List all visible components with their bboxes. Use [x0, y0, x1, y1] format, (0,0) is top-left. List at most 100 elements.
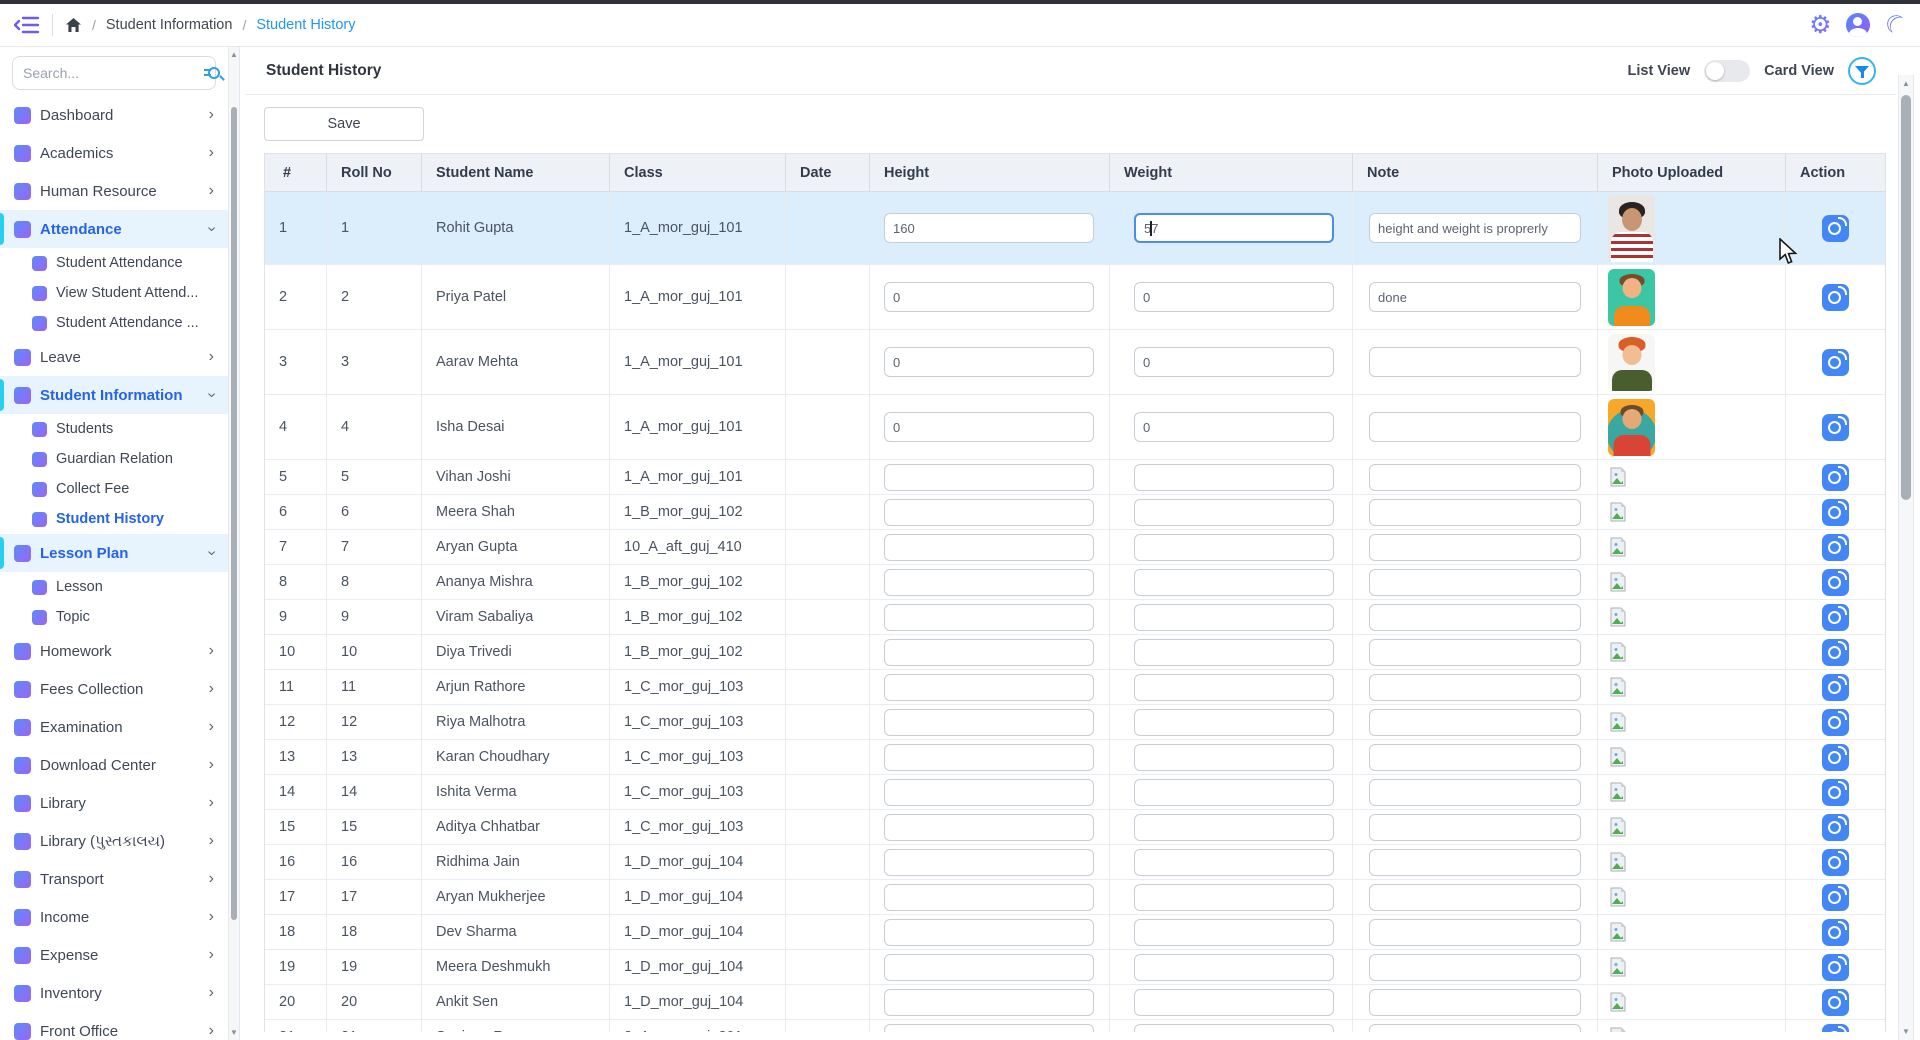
note-input[interactable] — [1369, 412, 1581, 442]
camera-upload-button[interactable] — [1822, 1024, 1849, 1033]
weight-input[interactable] — [1134, 779, 1334, 806]
sidebar-toggle-icon[interactable] — [14, 15, 40, 35]
camera-upload-button[interactable] — [1822, 814, 1849, 841]
weight-input[interactable] — [1134, 347, 1334, 377]
camera-upload-button[interactable] — [1822, 919, 1849, 946]
height-input[interactable] — [884, 464, 1094, 491]
height-input[interactable] — [884, 849, 1094, 876]
scroll-down-arrow[interactable]: ▼ — [229, 1028, 239, 1037]
height-input[interactable] — [884, 884, 1094, 911]
sidebar-item-income[interactable]: Income› — [0, 898, 228, 936]
note-input[interactable] — [1369, 499, 1581, 526]
home-icon[interactable] — [65, 17, 82, 33]
camera-upload-button[interactable] — [1822, 604, 1849, 631]
note-input[interactable] — [1369, 604, 1581, 631]
weight-input[interactable] — [1134, 282, 1334, 312]
view-toggle-switch[interactable] — [1704, 60, 1750, 82]
camera-upload-button[interactable] — [1822, 709, 1849, 736]
weight-input[interactable] — [1134, 709, 1334, 736]
scroll-up-arrow[interactable]: ▲ — [229, 50, 239, 59]
weight-input[interactable] — [1134, 1024, 1334, 1033]
sidebar-item-examination[interactable]: Examination› — [0, 708, 228, 746]
weight-input[interactable] — [1134, 849, 1334, 876]
filter-funnel-icon[interactable] — [1848, 57, 1876, 85]
note-input[interactable] — [1369, 534, 1581, 561]
sidebar-item-leave[interactable]: Leave› — [0, 338, 228, 376]
camera-upload-button[interactable] — [1822, 215, 1849, 242]
height-input[interactable] — [884, 779, 1094, 806]
note-input[interactable] — [1369, 744, 1581, 771]
camera-upload-button[interactable] — [1822, 639, 1849, 666]
card-view-label[interactable]: Card View — [1764, 63, 1834, 79]
height-input[interactable] — [884, 709, 1094, 736]
note-input[interactable] — [1369, 282, 1581, 312]
note-input[interactable] — [1369, 347, 1581, 377]
weight-input[interactable] — [1134, 814, 1334, 841]
sidebar-item-fees-collection[interactable]: Fees Collection› — [0, 670, 228, 708]
weight-input[interactable] — [1134, 464, 1334, 491]
note-input[interactable] — [1369, 464, 1581, 491]
camera-upload-button[interactable] — [1822, 284, 1849, 311]
sidebar-item-dashboard[interactable]: Dashboard› — [0, 96, 228, 134]
height-input[interactable] — [884, 347, 1094, 377]
height-input[interactable] — [884, 674, 1094, 701]
sidebar-scrollbar[interactable]: ▲ ▼ — [228, 47, 240, 1040]
height-input[interactable] — [884, 919, 1094, 946]
list-view-label[interactable]: List View — [1628, 63, 1691, 79]
weight-input[interactable] — [1134, 989, 1334, 1016]
sidebar-item-attendance[interactable]: Attendance› — [0, 210, 228, 248]
sidebar-item-student-information[interactable]: Student Information› — [0, 376, 228, 414]
height-input[interactable] — [884, 814, 1094, 841]
main-scrollbar[interactable]: ▲ ▼ — [1898, 75, 1914, 1040]
camera-upload-button[interactable] — [1822, 954, 1849, 981]
scroll-down-arrow[interactable]: ▼ — [1899, 1027, 1913, 1036]
save-button[interactable]: Save — [264, 107, 424, 141]
note-input[interactable] — [1369, 709, 1581, 736]
weight-input[interactable] — [1134, 213, 1334, 243]
note-input[interactable] — [1369, 954, 1581, 981]
sidebar-item-academics[interactable]: Academics› — [0, 134, 228, 172]
height-input[interactable] — [884, 744, 1094, 771]
sidebar-item-collect-fee[interactable]: Collect Fee — [0, 474, 228, 504]
camera-upload-button[interactable] — [1822, 349, 1849, 376]
breadcrumb-section[interactable]: Student Information — [106, 17, 233, 33]
sidebar-item-view-student-attendance[interactable]: View Student Attend... — [0, 278, 228, 308]
height-input[interactable] — [884, 569, 1094, 596]
sidebar-item-front-office[interactable]: Front Office› — [0, 1012, 228, 1040]
sidebar-scroll-thumb[interactable] — [231, 107, 237, 920]
search-input[interactable] — [23, 65, 204, 81]
sidebar-item-library-gujarati[interactable]: Library (પુસ્તકાલય)› — [0, 822, 228, 860]
camera-upload-button[interactable] — [1822, 884, 1849, 911]
weight-input[interactable] — [1134, 954, 1334, 981]
weight-input[interactable] — [1134, 569, 1334, 596]
height-input[interactable] — [884, 604, 1094, 631]
height-input[interactable] — [884, 534, 1094, 561]
sidebar-item-download-center[interactable]: Download Center› — [0, 746, 228, 784]
sidebar-item-human-resource[interactable]: Human Resource› — [0, 172, 228, 210]
note-input[interactable] — [1369, 674, 1581, 701]
note-input[interactable] — [1369, 814, 1581, 841]
sidebar-item-library[interactable]: Library› — [0, 784, 228, 822]
note-input[interactable] — [1369, 639, 1581, 666]
sidebar-item-lesson[interactable]: Lesson — [0, 572, 228, 602]
sidebar-item-student-history[interactable]: Student History — [0, 504, 228, 534]
weight-input[interactable] — [1134, 639, 1334, 666]
weight-input[interactable] — [1134, 534, 1334, 561]
weight-input[interactable] — [1134, 744, 1334, 771]
camera-upload-button[interactable] — [1822, 989, 1849, 1016]
note-input[interactable] — [1369, 1024, 1581, 1033]
height-input[interactable] — [884, 282, 1094, 312]
weight-input[interactable] — [1134, 412, 1334, 442]
camera-upload-button[interactable] — [1822, 464, 1849, 491]
height-input[interactable] — [884, 213, 1094, 243]
camera-upload-button[interactable] — [1822, 534, 1849, 561]
sidebar-item-students[interactable]: Students — [0, 414, 228, 444]
camera-upload-button[interactable] — [1822, 779, 1849, 806]
camera-upload-button[interactable] — [1822, 414, 1849, 441]
note-input[interactable] — [1369, 919, 1581, 946]
breadcrumb-current-page[interactable]: Student History — [256, 17, 355, 33]
note-input[interactable] — [1369, 213, 1581, 243]
height-input[interactable] — [884, 499, 1094, 526]
sidebar-item-student-attendance-report[interactable]: Student Attendance ... — [0, 308, 228, 338]
weight-input[interactable] — [1134, 604, 1334, 631]
